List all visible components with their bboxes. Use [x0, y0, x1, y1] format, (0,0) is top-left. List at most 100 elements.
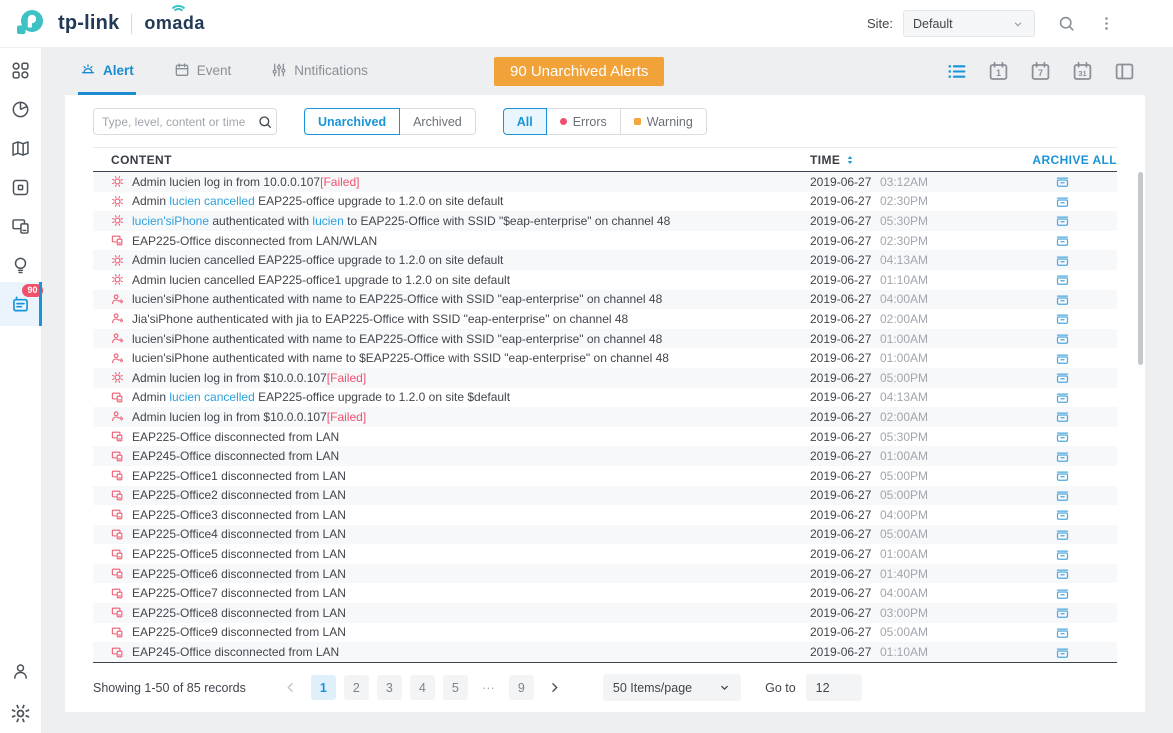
archive-button[interactable]	[1007, 390, 1117, 405]
sidebar-item-settings[interactable]	[0, 701, 42, 725]
page-button-4[interactable]: 4	[410, 675, 435, 700]
alert-row: Admin lucien log in from $10.0.0.107[Fai…	[93, 368, 1117, 388]
sidebar-item-map[interactable]	[0, 136, 42, 160]
archive-button[interactable]	[1007, 194, 1117, 209]
sidebar-item-insight[interactable]	[0, 253, 42, 277]
archive-button[interactable]	[1007, 547, 1117, 562]
archive-button[interactable]	[1007, 488, 1117, 503]
alert-row: EAP245-Office disconnected from LAN2019-…	[93, 446, 1117, 466]
panel-view-icon[interactable]	[1114, 61, 1135, 82]
alert-text: EAP225-Office4 disconnected from LAN	[132, 527, 346, 541]
tab-nntifications[interactable]: Nntifications	[269, 48, 370, 95]
archive-button[interactable]	[1007, 233, 1117, 248]
alert-text: EAP225-Office3 disconnected from LAN	[132, 508, 346, 522]
prev-page-button[interactable]	[278, 675, 303, 700]
filter-all-button[interactable]: All	[503, 108, 547, 135]
archive-button[interactable]	[1007, 449, 1117, 464]
alert-content-cell: EAP225-Office3 disconnected from LAN	[111, 508, 810, 522]
goto-page-input[interactable]	[806, 674, 862, 701]
tab-event[interactable]: Event	[172, 48, 234, 95]
sidebar-item-statistics[interactable]	[0, 97, 42, 121]
sidebar-item-dashboard[interactable]	[0, 58, 42, 82]
alert-link[interactable]: lucien cancelled	[169, 194, 254, 208]
scrollbar-thumb[interactable]	[1138, 172, 1143, 365]
main-area: Alert Event Nntifications 90 Unarchived Al…	[42, 48, 1173, 733]
tab-alert[interactable]: Alert	[78, 48, 136, 95]
alert-message: Admin lucien log in from $10.0.0.107[Fai…	[132, 410, 366, 424]
alert-time: 01:10AM	[880, 273, 1007, 287]
archive-button[interactable]	[1007, 292, 1117, 307]
archive-button[interactable]	[1007, 174, 1117, 189]
alert-content-cell: Admin lucien log in from $10.0.0.107[Fai…	[111, 371, 810, 385]
alert-text: EAP245-Office disconnected from LAN	[132, 645, 339, 659]
filter-errors-button[interactable]: Errors	[547, 108, 621, 135]
page-button-5[interactable]: 5	[443, 675, 468, 700]
archive-button[interactable]	[1007, 331, 1117, 346]
svg-text:1: 1	[996, 68, 1001, 78]
filter-archived-button[interactable]: Archived	[400, 108, 476, 135]
archive-button[interactable]	[1007, 605, 1117, 620]
alert-content-cell: EAP225-Office disconnected from LAN	[111, 430, 810, 444]
archive-button[interactable]	[1007, 468, 1117, 483]
alert-row: Admin lucien cancelled EAP225-office1 up…	[93, 270, 1117, 290]
unarchived-alerts-banner[interactable]: 90 Unarchived Alerts	[494, 57, 664, 86]
archive-all-button[interactable]: ARCHIVE ALL	[1007, 153, 1117, 167]
filter-unarchived-button[interactable]: Unarchived	[304, 108, 400, 135]
sort-icon[interactable]	[844, 154, 856, 166]
brand-name: tp-link	[58, 12, 119, 35]
archive-button[interactable]	[1007, 527, 1117, 542]
archive-button[interactable]	[1007, 272, 1117, 287]
archive-button[interactable]	[1007, 253, 1117, 268]
next-page-button[interactable]	[542, 675, 567, 700]
filter-warning-button[interactable]: Warning	[621, 108, 707, 135]
alert-time: 05:00PM	[880, 469, 1007, 483]
alert-message: lucien'siPhone authenticated with name t…	[132, 351, 669, 365]
alert-text: Admin lucien log in from $10.0.0.107	[132, 371, 327, 385]
alert-text: Admin lucien cancelled EAP225-office upg…	[132, 253, 503, 267]
alert-message: EAP225-Office2 disconnected from LAN	[132, 488, 346, 502]
archive-button[interactable]	[1007, 351, 1117, 366]
omada-logo: omada	[144, 13, 205, 34]
filter-label: Archived	[413, 115, 462, 129]
archive-button[interactable]	[1007, 625, 1117, 640]
page-button-9[interactable]: 9	[509, 675, 534, 700]
alert-type-device-icon	[111, 567, 124, 580]
alert-date: 2019-06-27	[810, 234, 880, 248]
week-view-icon[interactable]: 7	[1030, 61, 1051, 82]
list-view-icon[interactable]	[946, 61, 967, 82]
kebab-menu-icon[interactable]	[1098, 15, 1115, 32]
alert-date: 2019-06-27	[810, 371, 880, 385]
archive-button[interactable]	[1007, 370, 1117, 385]
sidebar-item-clients[interactable]	[0, 214, 42, 238]
search-icon[interactable]	[1057, 14, 1076, 33]
site-select[interactable]: Default	[903, 10, 1035, 37]
sidebar-item-account[interactable]	[0, 659, 42, 683]
page-button-1[interactable]: 1	[311, 675, 336, 700]
alarm-icon	[80, 62, 96, 78]
day-view-icon[interactable]: 1	[988, 61, 1009, 82]
archive-button[interactable]	[1007, 311, 1117, 326]
sidebar-item-devices[interactable]	[0, 175, 42, 199]
page-button-2[interactable]: 2	[344, 675, 369, 700]
search-input[interactable]	[102, 115, 257, 129]
alert-type-gear-icon	[111, 175, 124, 188]
alert-link[interactable]: lucien cancelled	[169, 390, 254, 404]
archive-button[interactable]	[1007, 213, 1117, 228]
sidebar-item-log[interactable]: 90	[0, 282, 42, 326]
failed-flag: [Failed]	[327, 410, 366, 424]
time-column-header[interactable]: TIME	[810, 153, 1007, 167]
items-per-page-select[interactable]: 50 Items/page	[603, 674, 741, 701]
archive-button[interactable]	[1007, 586, 1117, 601]
month-view-icon[interactable]: 31	[1072, 61, 1093, 82]
archive-button[interactable]	[1007, 507, 1117, 522]
alert-link[interactable]: lucien	[312, 214, 343, 228]
alert-date: 2019-06-27	[810, 527, 880, 541]
archive-button[interactable]	[1007, 409, 1117, 424]
alert-link[interactable]: lucien'siPhone	[132, 214, 209, 228]
archive-button[interactable]	[1007, 645, 1117, 660]
archive-button[interactable]	[1007, 429, 1117, 444]
alert-type-gear-icon	[111, 195, 124, 208]
page-button-3[interactable]: 3	[377, 675, 402, 700]
archive-button[interactable]	[1007, 566, 1117, 581]
search-icon[interactable]	[257, 114, 273, 130]
